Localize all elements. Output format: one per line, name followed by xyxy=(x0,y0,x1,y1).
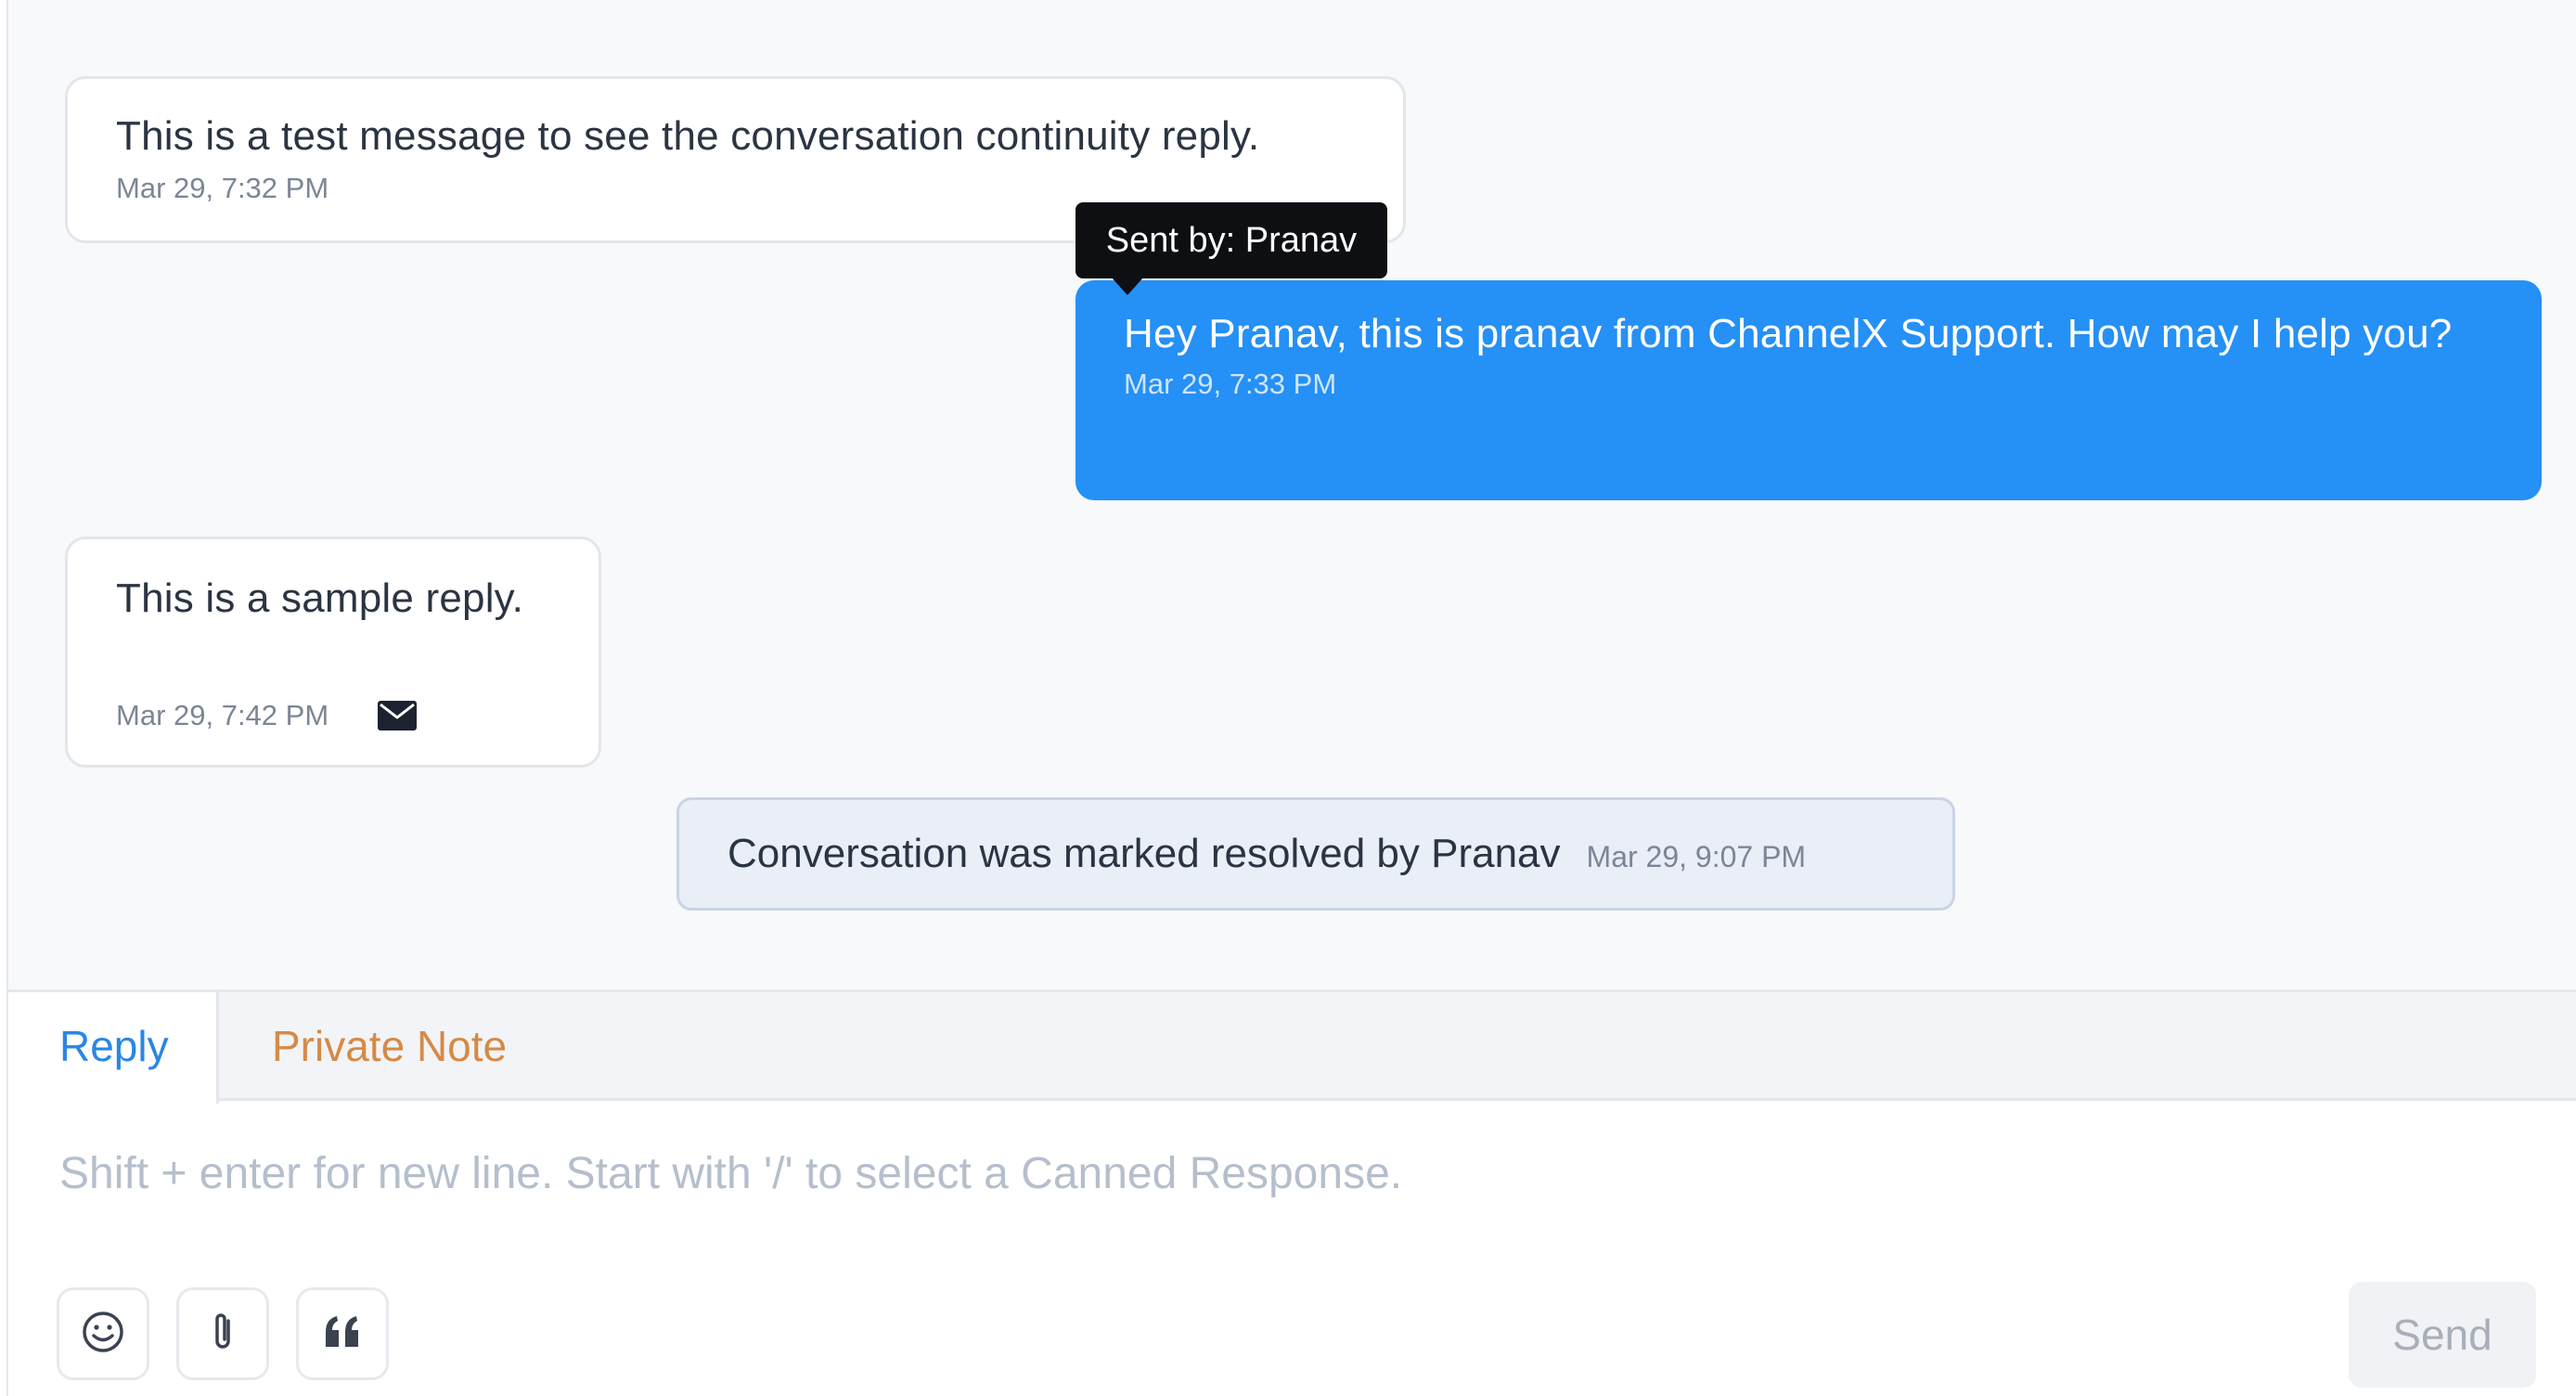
send-button[interactable]: Send xyxy=(2349,1282,2536,1388)
activity-time: Mar 29, 9:07 PM xyxy=(1586,839,1807,873)
message-text: This is a test message to see the conver… xyxy=(116,113,1260,159)
sender-tooltip: Sent by: Pranav xyxy=(1075,202,1387,295)
activity-message: Conversation was marked resolved by Pran… xyxy=(676,797,1955,911)
attachment-icon xyxy=(206,1310,239,1359)
message-incoming[interactable]: This is a sample reply. Mar 29, 7:42 PM xyxy=(65,536,601,768)
message-time: Mar 29, 7:42 PM xyxy=(116,699,329,731)
message-text: Hey Pranav, this is pranav from ChannelX… xyxy=(1124,311,2453,356)
mail-icon xyxy=(377,700,418,731)
quote-icon xyxy=(322,1313,363,1355)
emoji-button[interactable] xyxy=(57,1287,149,1380)
message-list[interactable]: This is a test message to see the conver… xyxy=(8,0,2576,989)
tab-reply[interactable]: Reply xyxy=(8,992,219,1104)
activity-text: Conversation was marked resolved by Pran… xyxy=(728,831,1561,876)
message-outgoing[interactable]: Hey Pranav, this is pranav from ChannelX… xyxy=(1075,280,2542,500)
tab-private-note[interactable]: Private Note xyxy=(272,992,507,1101)
emoji-icon xyxy=(81,1310,125,1359)
message-time: Mar 29, 7:32 PM xyxy=(116,172,329,204)
reply-box: Reply Private Note Shift + enter for new… xyxy=(8,989,2576,1396)
attach-button[interactable] xyxy=(176,1287,269,1380)
message-time: Mar 29, 7:33 PM xyxy=(1124,368,1337,400)
reply-tabs: Reply Private Note xyxy=(8,992,2576,1104)
message-input[interactable] xyxy=(59,1141,2472,1206)
conversation-panel: This is a test message to see the conver… xyxy=(0,0,2576,1396)
quote-button[interactable] xyxy=(296,1287,389,1380)
message-text: This is a sample reply. xyxy=(116,575,524,621)
